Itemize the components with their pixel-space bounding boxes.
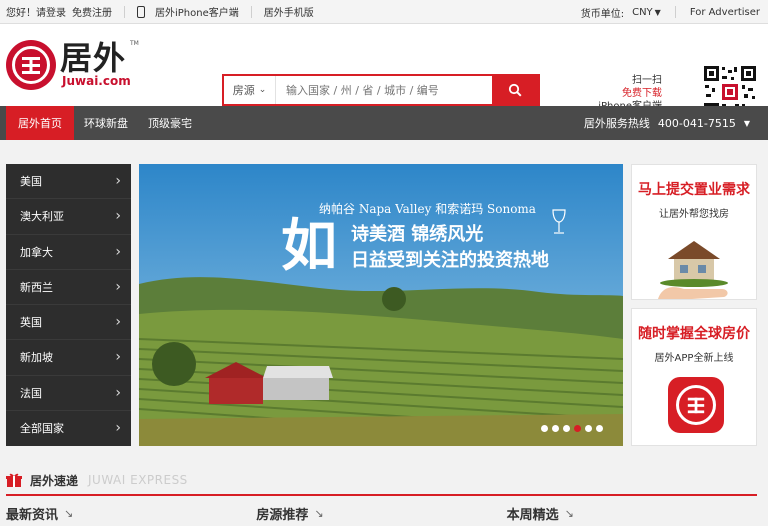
- chevron-right-icon: ›: [115, 173, 121, 190]
- chevron-down-icon: ▼: [743, 118, 750, 128]
- iphone-client-link[interactable]: 居外iPhone客户端: [155, 4, 239, 19]
- carousel-dot[interactable]: [563, 425, 570, 432]
- arrow-down-right-icon: ↘: [564, 507, 574, 520]
- ad-title: 马上提交置业需求: [638, 182, 750, 198]
- divider: [674, 6, 676, 18]
- chevron-right-icon: ›: [115, 208, 121, 225]
- sidebar-item-label: 加拿大: [20, 245, 53, 259]
- search-icon: [508, 83, 522, 97]
- column-label: 房源推荐: [256, 508, 309, 523]
- chevron-right-icon: ›: [115, 349, 121, 366]
- sidebar-item-canada[interactable]: 加拿大 ›: [6, 235, 131, 270]
- logo-text: 居外: [60, 39, 127, 77]
- ad-subtitle: 让居外帮您找房: [659, 209, 729, 220]
- sidebar-item-usa[interactable]: 美国 ›: [6, 164, 131, 200]
- sidebar-item-label: 新加坡: [20, 351, 53, 365]
- logo-tm: TM: [130, 40, 139, 47]
- wine-glass-icon: [549, 208, 569, 236]
- carousel-dot-active[interactable]: [574, 425, 581, 432]
- service-hotline[interactable]: 居外服务热线 400-041-7515 ▼: [584, 106, 750, 140]
- search-category-label: 房源: [232, 84, 255, 97]
- ad-title: 随时掌握全球房价: [638, 326, 750, 342]
- currency-select[interactable]: CNY ▼: [632, 7, 661, 18]
- column-label: 最新资讯: [6, 508, 59, 523]
- sidebar-item-all-countries[interactable]: 全部国家 ›: [6, 411, 131, 446]
- logo-mark-glyph: [12, 46, 50, 84]
- search-bar: 房源 ⌄: [222, 74, 540, 106]
- sidebar-item-label: 全部国家: [20, 422, 64, 436]
- sidebar-item-label: 新西兰: [20, 280, 53, 294]
- sidebar-item-france[interactable]: 法国 ›: [6, 376, 131, 411]
- mobile-site-link[interactable]: 居外手机版: [264, 4, 314, 19]
- express-title: 居外速递: [30, 473, 79, 488]
- advertiser-link[interactable]: For Advertiser: [690, 7, 760, 18]
- country-sidebar: 美国 › 澳大利亚 › 加拿大 › 新西兰 › 英国 › 新加坡 › 法国 › 全部国家 ›: [6, 164, 131, 446]
- chevron-right-icon: ›: [115, 243, 121, 260]
- main-nav: 居外首页 环球新盘 顶级豪宅 居外服务热线 400-041-7515 ▼: [0, 106, 768, 140]
- nav-global-new[interactable]: 环球新盘: [74, 106, 138, 140]
- divider: [250, 5, 252, 18]
- sidebar-item-label: 英国: [20, 316, 42, 330]
- sidebar-item-label: 法国: [20, 386, 42, 400]
- ad-subtitle: 居外APP全新上线: [654, 353, 734, 364]
- chevron-right-icon: ›: [115, 314, 121, 331]
- hotline-number: 400-041-7515: [657, 116, 736, 130]
- gift-icon: [6, 472, 22, 488]
- scan-text: 扫一扫: [632, 75, 662, 86]
- sidebar-item-new-zealand[interactable]: 新西兰 ›: [6, 270, 131, 305]
- nav-luxury[interactable]: 顶级豪宅: [138, 106, 202, 140]
- logo[interactable]: 居外 TM Juwai.com: [6, 39, 139, 96]
- hotline-label: 居外服务热线: [583, 117, 650, 130]
- logo-mark: [6, 40, 56, 90]
- divider: [124, 5, 125, 18]
- carousel-dot[interactable]: [596, 425, 603, 432]
- chevron-down-icon: ⌄: [258, 85, 267, 95]
- sidebar-item-label: 澳大利亚: [20, 210, 64, 224]
- sidebar-item-australia[interactable]: 澳大利亚 ›: [6, 199, 131, 235]
- currency-label: 货币单位:: [580, 8, 625, 20]
- column-label: 本周精选: [506, 508, 559, 523]
- app-icon: [668, 377, 724, 433]
- chevron-right-icon: ›: [115, 278, 121, 295]
- chevron-down-icon: ▼: [654, 7, 661, 17]
- banner-big-character: 如: [281, 213, 337, 279]
- header: 居外 TM Juwai.com 房源 ⌄ 扫一扫 免费下载 iPhone客户端: [0, 24, 768, 120]
- phone-icon: [137, 5, 145, 18]
- login-link[interactable]: 您好！请登录: [6, 4, 66, 19]
- arrow-down-right-icon: ↘: [314, 507, 324, 520]
- sidebar-item-uk[interactable]: 英国 ›: [6, 305, 131, 341]
- sidebar-item-singapore[interactable]: 新加坡 ›: [6, 340, 131, 376]
- search-button[interactable]: [492, 76, 538, 104]
- banner-headline: 诗美酒 锦绣风光: [351, 224, 484, 245]
- chevron-right-icon: ›: [115, 420, 121, 437]
- currency-value: CNY: [632, 6, 653, 18]
- search-category-select[interactable]: 房源 ⌄: [224, 76, 276, 104]
- banner-location-text: 纳帕谷 Napa Valley 和索诺玛 Sonoma: [319, 202, 536, 216]
- app-download-ad[interactable]: 随时掌握全球房价 居外APP全新上线: [631, 308, 757, 446]
- search-input[interactable]: [276, 76, 492, 104]
- house-in-hand-image: [658, 241, 728, 299]
- register-link[interactable]: 免费注册: [72, 4, 112, 19]
- latest-news-link[interactable]: 最新资讯 ↘: [6, 504, 256, 523]
- hero-banner[interactable]: 纳帕谷 Napa Valley 和索诺玛 Sonoma 如 诗美酒 锦绣风光 日…: [139, 164, 623, 446]
- nav-home[interactable]: 居外首页: [6, 106, 74, 140]
- express-subtitle: JUWAI EXPRESS: [88, 473, 188, 487]
- logo-domain: Juwai.com: [62, 74, 131, 88]
- top-bar: 您好！请登录 免费注册 居外iPhone客户端 居外手机版 货币单位: CNY ▼…: [0, 0, 768, 24]
- carousel-dot[interactable]: [541, 425, 548, 432]
- weekly-picks-link[interactable]: 本周精选 ↘: [507, 504, 757, 523]
- carousel-dot[interactable]: [585, 425, 592, 432]
- sidebar-item-label: 美国: [20, 175, 42, 189]
- arrow-down-right-icon: ↘: [64, 507, 74, 520]
- carousel-dot[interactable]: [552, 425, 559, 432]
- carousel-dots: [541, 425, 603, 432]
- free-download-text: 免费下载: [622, 88, 662, 99]
- chevron-right-icon: ›: [115, 384, 121, 401]
- banner-subheadline: 日益受到关注的投资热地: [351, 250, 549, 271]
- express-columns: 最新资讯 ↘ 房源推荐 ↘ 本周精选 ↘: [6, 504, 757, 523]
- submit-demand-ad[interactable]: 马上提交置业需求 让居外帮您找房: [631, 164, 757, 300]
- property-recommend-link[interactable]: 房源推荐 ↘: [256, 504, 506, 523]
- juwai-express-header: 居外速递 JUWAI EXPRESS: [6, 466, 757, 496]
